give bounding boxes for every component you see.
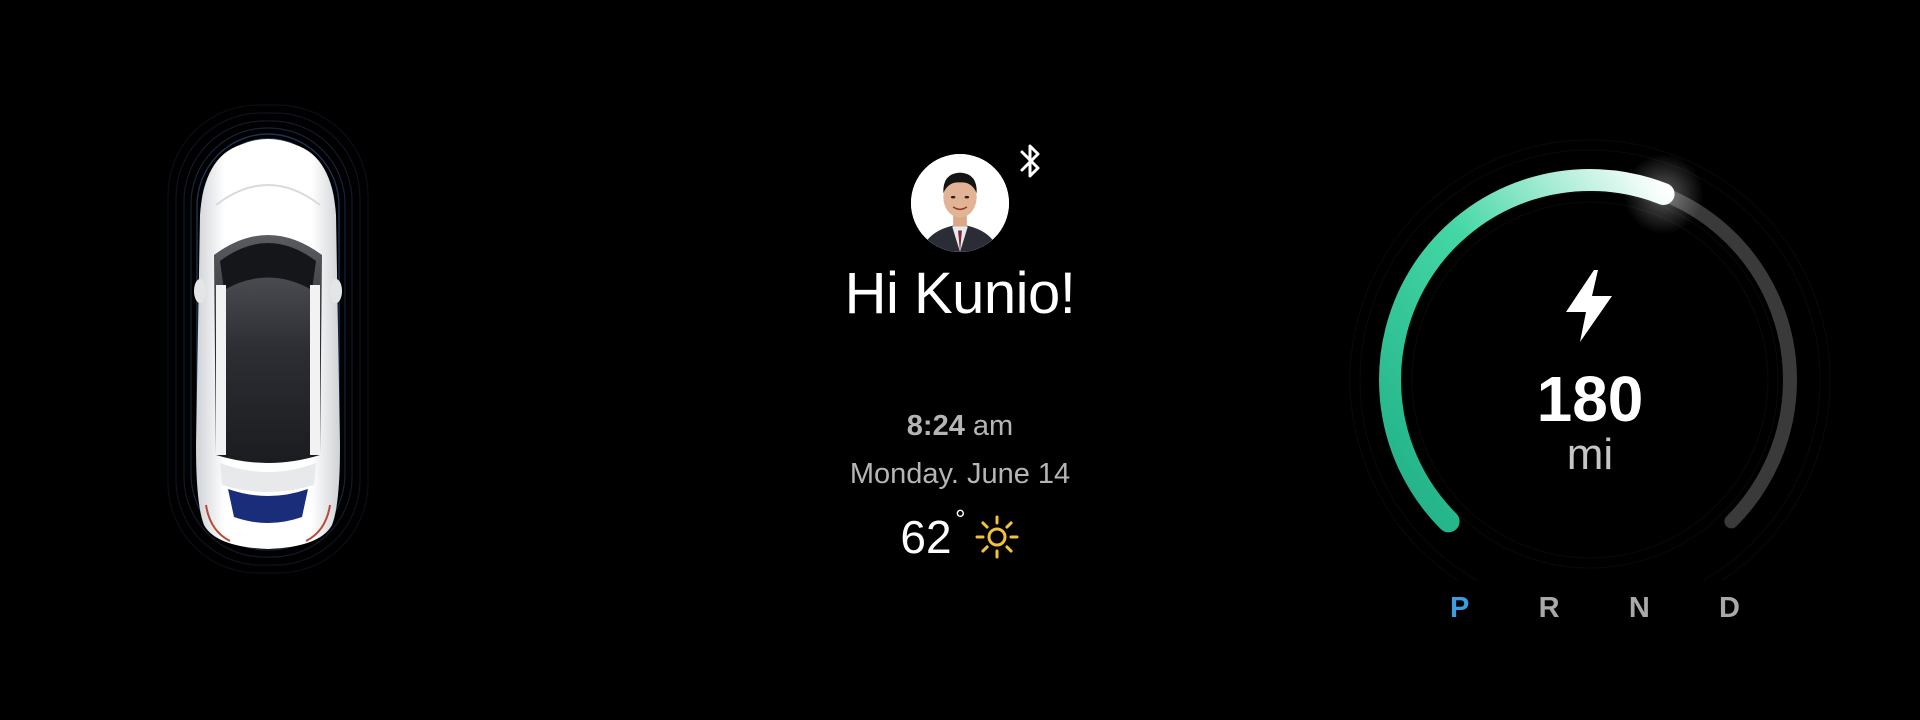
degree-symbol: °: [955, 504, 966, 534]
gauge-end-glow: [1623, 154, 1704, 234]
driver-avatar[interactable]: [911, 154, 1009, 252]
driver-photo: [911, 154, 1009, 252]
weather-readout[interactable]: 62 °: [760, 504, 1160, 564]
driver-greeting-panel: Hi Kunio! 8:24 am Monday. June 14 62 °: [760, 140, 1160, 580]
gear-option-n[interactable]: N: [1629, 592, 1650, 625]
gear-option-d[interactable]: D: [1719, 592, 1740, 625]
gear-option-r[interactable]: R: [1539, 592, 1560, 625]
gear-selector[interactable]: PRND: [1450, 592, 1740, 625]
time-meridiem: am: [972, 410, 1014, 442]
date-text: Monday. June 14: [849, 458, 1071, 490]
lightning-bolt-icon: [1566, 270, 1612, 342]
greeting-text: Hi Kunio!: [844, 261, 1076, 326]
temperature-value: 62: [900, 511, 952, 563]
bluetooth-icon[interactable]: [1014, 140, 1046, 184]
car-image: [167, 104, 369, 574]
time-value: 8:24: [906, 410, 965, 442]
vehicle-top-view: [150, 85, 520, 645]
range-value: 180: [1536, 363, 1644, 435]
clock-time: 8:24 am: [760, 410, 1160, 443]
temperature: 62 °: [900, 504, 965, 564]
sun-icon: [975, 515, 1019, 559]
range-gauge-panel: 180 mi P R N D: [1300, 100, 1880, 660]
gear-option-p[interactable]: P: [1450, 592, 1469, 625]
range-unit: mi: [1566, 430, 1614, 479]
